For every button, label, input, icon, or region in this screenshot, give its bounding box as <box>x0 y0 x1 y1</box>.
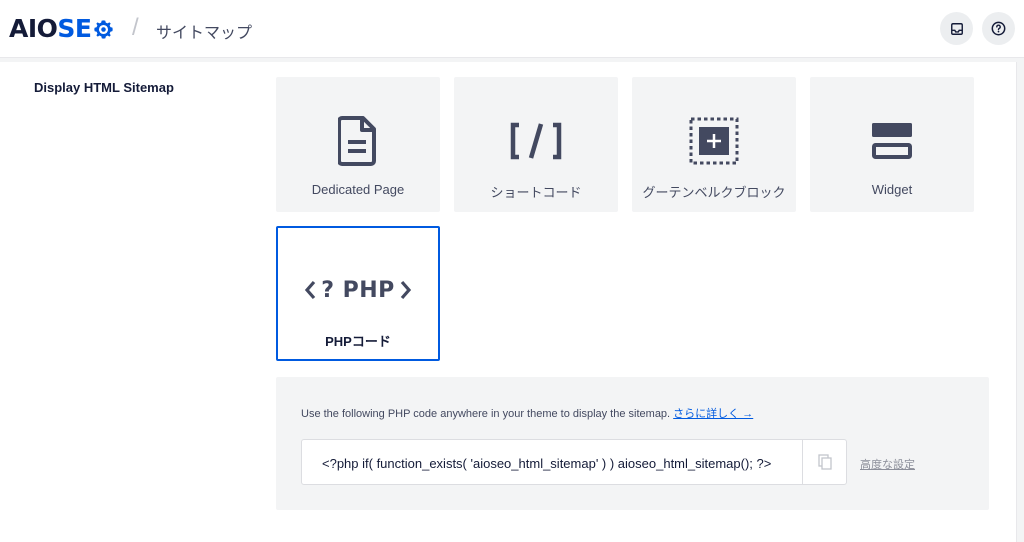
php-snippet-field[interactable]: <?php if( function_exists( 'aioseo_html_… <box>301 439 847 485</box>
option-label: Dedicated Page <box>311 182 405 197</box>
option-label: PHPコード <box>325 334 391 349</box>
block-icon <box>689 117 739 165</box>
notifications-button[interactable] <box>940 12 973 45</box>
aioseo-logo[interactable]: AIO SE <box>9 14 114 44</box>
widget-icon <box>872 123 912 159</box>
shortcode-icon <box>510 122 562 160</box>
breadcrumb-separator: / <box>132 14 139 41</box>
question-icon <box>991 21 1006 36</box>
help-button[interactable] <box>982 12 1015 45</box>
page-title: サイトマップ <box>156 25 253 42</box>
option-label: グーテンベルクブロック <box>642 185 786 200</box>
copy-icon <box>818 454 832 470</box>
top-header: AIO SE / サイトマップ <box>0 0 1024 58</box>
chevron-right-icon <box>400 280 411 300</box>
option-label: Widget <box>871 182 913 197</box>
option-label: ショートコード <box>490 185 582 200</box>
code-description: Use the following PHP code anywhere in y… <box>301 408 754 420</box>
learn-more-link[interactable]: さらに詳しく → <box>673 408 753 420</box>
option-dedicated-page[interactable]: Dedicated Page <box>276 77 440 212</box>
chevron-left-icon <box>305 280 316 300</box>
scrollbar[interactable] <box>1017 62 1024 542</box>
option-shortcode[interactable]: ショートコード <box>454 77 618 212</box>
copy-button[interactable] <box>802 439 847 485</box>
option-widget[interactable]: Widget <box>810 77 974 212</box>
setting-label: Display HTML Sitemap <box>34 80 174 95</box>
php-snippet[interactable]: <?php if( function_exists( 'aioseo_html_… <box>322 456 771 471</box>
option-gutenberg-block[interactable]: グーテンベルクブロック <box>632 77 796 212</box>
option-php-code[interactable]: ? PHP PHPコード <box>276 226 440 361</box>
php-icon: ? PHP <box>321 277 395 303</box>
php-code-box: Use the following PHP code anywhere in y… <box>276 377 989 510</box>
document-icon <box>338 116 376 166</box>
gear-icon <box>93 19 113 39</box>
inbox-icon <box>950 22 963 35</box>
advanced-settings-link[interactable]: 高度な設定 <box>860 456 915 472</box>
